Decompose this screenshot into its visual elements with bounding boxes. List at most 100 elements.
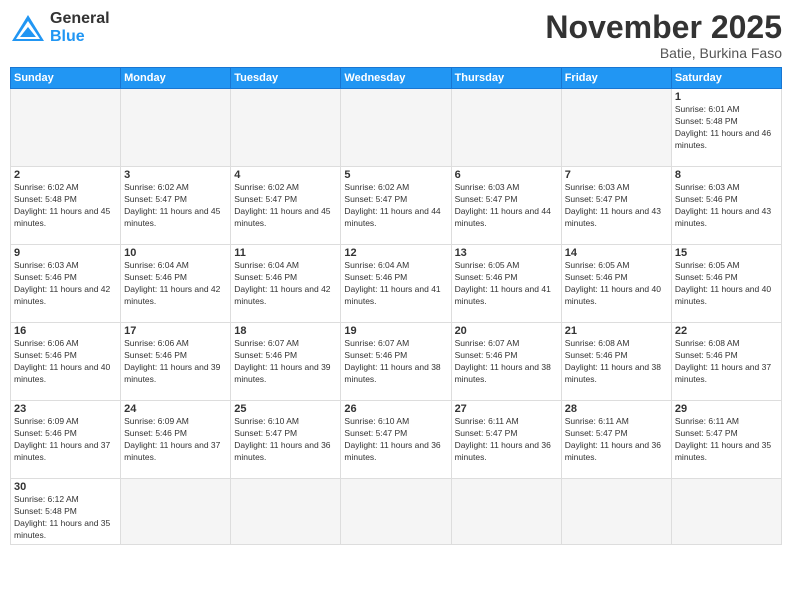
- day-info: Sunrise: 6:08 AMSunset: 5:46 PMDaylight:…: [675, 338, 778, 386]
- day-number: 28: [565, 403, 668, 415]
- calendar-cell: 14Sunrise: 6:05 AMSunset: 5:46 PMDayligh…: [561, 245, 671, 323]
- day-info: Sunrise: 6:11 AMSunset: 5:47 PMDaylight:…: [565, 416, 668, 464]
- location-title: Batie, Burkina Faso: [545, 45, 782, 61]
- day-info: Sunrise: 6:11 AMSunset: 5:47 PMDaylight:…: [675, 416, 778, 464]
- day-header-sunday: Sunday: [11, 68, 121, 89]
- calendar-cell: [231, 479, 341, 545]
- calendar-table: SundayMondayTuesdayWednesdayThursdayFrid…: [10, 67, 782, 545]
- day-header-tuesday: Tuesday: [231, 68, 341, 89]
- day-info: Sunrise: 6:07 AMSunset: 5:46 PMDaylight:…: [344, 338, 447, 386]
- month-title: November 2025: [545, 10, 782, 45]
- calendar-cell: 30Sunrise: 6:12 AMSunset: 5:48 PMDayligh…: [11, 479, 121, 545]
- day-number: 12: [344, 247, 447, 259]
- day-info: Sunrise: 6:04 AMSunset: 5:46 PMDaylight:…: [234, 260, 337, 308]
- calendar-cell: 29Sunrise: 6:11 AMSunset: 5:47 PMDayligh…: [671, 401, 781, 479]
- calendar-cell: [671, 479, 781, 545]
- calendar-cell: 26Sunrise: 6:10 AMSunset: 5:47 PMDayligh…: [341, 401, 451, 479]
- calendar-cell: [451, 479, 561, 545]
- day-info: Sunrise: 6:02 AMSunset: 5:47 PMDaylight:…: [234, 182, 337, 230]
- calendar-header-row: SundayMondayTuesdayWednesdayThursdayFrid…: [11, 68, 782, 89]
- day-number: 29: [675, 403, 778, 415]
- day-number: 9: [14, 247, 117, 259]
- day-number: 4: [234, 169, 337, 181]
- calendar-cell: 8Sunrise: 6:03 AMSunset: 5:46 PMDaylight…: [671, 167, 781, 245]
- day-info: Sunrise: 6:03 AMSunset: 5:47 PMDaylight:…: [565, 182, 668, 230]
- day-header-monday: Monday: [121, 68, 231, 89]
- page: General Blue November 2025 Batie, Burkin…: [0, 0, 792, 612]
- calendar-row-4: 23 Sunrise: 6:09 AMSunset: 5:46 PMDayligh…: [11, 401, 782, 479]
- day-header-wednesday: Wednesday: [341, 68, 451, 89]
- calendar-cell: 20Sunrise: 6:07 AMSunset: 5:46 PMDayligh…: [451, 323, 561, 401]
- calendar-cell: 9Sunrise: 6:03 AMSunset: 5:46 PMDaylight…: [11, 245, 121, 323]
- day-number: 20: [455, 325, 558, 337]
- day-info: Sunrise: 6:10 AMSunset: 5:47 PMDaylight:…: [344, 416, 447, 464]
- day-number: 7: [565, 169, 668, 181]
- day-number: 3: [124, 169, 227, 181]
- day-number: 30: [14, 481, 117, 493]
- day-number: 18: [234, 325, 337, 337]
- calendar-row-5: 30Sunrise: 6:12 AMSunset: 5:48 PMDayligh…: [11, 479, 782, 545]
- day-info: Sunrise: 6:06 AMSunset: 5:46 PMDaylight:…: [124, 338, 227, 386]
- day-info: Sunrise: 6:12 AMSunset: 5:48 PMDaylight:…: [14, 494, 117, 542]
- day-info: Sunrise: 6:04 AMSunset: 5:46 PMDaylight:…: [344, 260, 447, 308]
- calendar-cell: [341, 89, 451, 167]
- day-info: Sunrise: 6:06 AMSunset: 5:46 PMDaylight:…: [14, 338, 117, 386]
- calendar-cell: 15Sunrise: 6:05 AMSunset: 5:46 PMDayligh…: [671, 245, 781, 323]
- calendar-cell: 27Sunrise: 6:11 AMSunset: 5:47 PMDayligh…: [451, 401, 561, 479]
- title-area: November 2025 Batie, Burkina Faso: [545, 10, 782, 61]
- calendar-cell: 3Sunrise: 6:02 AMSunset: 5:47 PMDaylight…: [121, 167, 231, 245]
- day-info: Sunrise: 6:01 AMSunset: 5:48 PMDaylight:…: [675, 104, 778, 152]
- calendar-cell: 4Sunrise: 6:02 AMSunset: 5:47 PMDaylight…: [231, 167, 341, 245]
- calendar-cell: 13Sunrise: 6:05 AMSunset: 5:46 PMDayligh…: [451, 245, 561, 323]
- day-info: Sunrise: 6:03 AMSunset: 5:47 PMDaylight:…: [455, 182, 558, 230]
- calendar-cell: 23Sunrise: 6:09 AMSunset: 5:46 PMDayligh…: [11, 401, 121, 479]
- day-info: Sunrise: 6:05 AMSunset: 5:46 PMDaylight:…: [455, 260, 558, 308]
- calendar-cell: 7Sunrise: 6:03 AMSunset: 5:47 PMDaylight…: [561, 167, 671, 245]
- header: General Blue November 2025 Batie, Burkin…: [10, 10, 782, 61]
- day-info: Sunrise: 6:08 AMSunset: 5:46 PMDaylight:…: [565, 338, 668, 386]
- calendar-cell: [561, 89, 671, 167]
- day-info: Sunrise: 6:02 AMSunset: 5:48 PMDaylight:…: [14, 182, 117, 230]
- calendar-row-3: 16Sunrise: 6:06 AMSunset: 5:46 PMDayligh…: [11, 323, 782, 401]
- day-number: 22: [675, 325, 778, 337]
- day-number: 19: [344, 325, 447, 337]
- day-number: 8: [675, 169, 778, 181]
- calendar-cell: 12Sunrise: 6:04 AMSunset: 5:46 PMDayligh…: [341, 245, 451, 323]
- day-number: 27: [455, 403, 558, 415]
- calendar-cell: 19Sunrise: 6:07 AMSunset: 5:46 PMDayligh…: [341, 323, 451, 401]
- day-info: Sunrise: 6:05 AMSunset: 5:46 PMDaylight:…: [565, 260, 668, 308]
- logo-icon: [10, 13, 46, 43]
- calendar-row-2: 9Sunrise: 6:03 AMSunset: 5:46 PMDaylight…: [11, 245, 782, 323]
- logo: General Blue: [10, 10, 110, 45]
- day-number: 14: [565, 247, 668, 259]
- day-header-thursday: Thursday: [451, 68, 561, 89]
- day-header-friday: Friday: [561, 68, 671, 89]
- day-info: Sunrise: 6:03 AMSunset: 5:46 PMDaylight:…: [675, 182, 778, 230]
- calendar-cell: [121, 89, 231, 167]
- day-number: 13: [455, 247, 558, 259]
- calendar-cell: 2Sunrise: 6:02 AMSunset: 5:48 PMDaylight…: [11, 167, 121, 245]
- calendar-cell: [121, 479, 231, 545]
- day-header-saturday: Saturday: [671, 68, 781, 89]
- day-number: 15: [675, 247, 778, 259]
- calendar-cell: 11Sunrise: 6:04 AMSunset: 5:46 PMDayligh…: [231, 245, 341, 323]
- calendar-cell: [561, 479, 671, 545]
- calendar-cell: 10Sunrise: 6:04 AMSunset: 5:46 PMDayligh…: [121, 245, 231, 323]
- day-number: 2: [14, 169, 117, 181]
- day-number: 16: [14, 325, 117, 337]
- day-info: Sunrise: 6:03 AMSunset: 5:46 PMDaylight:…: [14, 260, 117, 308]
- calendar-cell: 17Sunrise: 6:06 AMSunset: 5:46 PMDayligh…: [121, 323, 231, 401]
- day-number: 10: [124, 247, 227, 259]
- calendar-cell: [11, 89, 121, 167]
- day-number: 25: [234, 403, 337, 415]
- day-info: Sunrise: 6:11 AMSunset: 5:47 PMDaylight:…: [455, 416, 558, 464]
- day-info: Sunrise: 6:02 AMSunset: 5:47 PMDaylight:…: [344, 182, 447, 230]
- day-info: Sunrise: 6:09 AMSunset: 5:46 PMDaylight:…: [124, 416, 227, 464]
- day-number: 23: [14, 403, 117, 415]
- day-number: 6: [455, 169, 558, 181]
- calendar-cell: 21Sunrise: 6:08 AMSunset: 5:46 PMDayligh…: [561, 323, 671, 401]
- day-number: 1: [675, 91, 778, 103]
- calendar-cell: 18Sunrise: 6:07 AMSunset: 5:46 PMDayligh…: [231, 323, 341, 401]
- day-info: Sunrise: 6:02 AMSunset: 5:47 PMDaylight:…: [124, 182, 227, 230]
- calendar-cell: [451, 89, 561, 167]
